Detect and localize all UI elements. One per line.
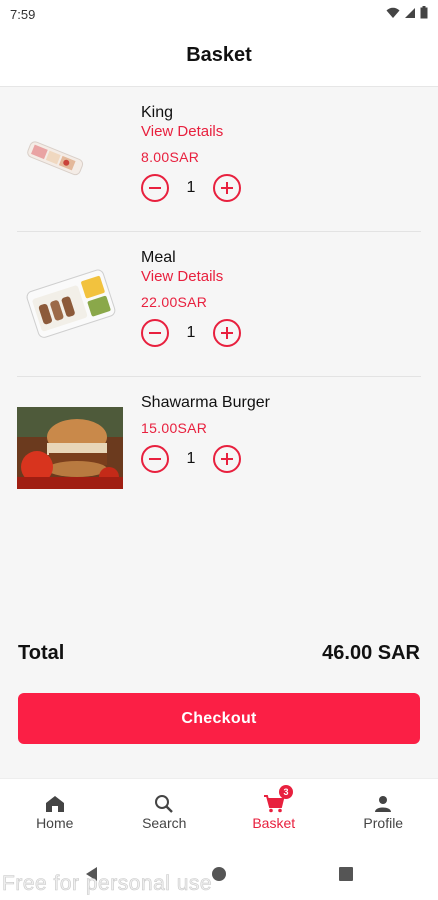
recents-icon[interactable]	[339, 867, 353, 881]
nav-home[interactable]: Home	[0, 779, 110, 843]
home-icon	[45, 796, 64, 812]
minus-icon	[149, 458, 161, 460]
nav-profile[interactable]: Profile	[329, 779, 438, 843]
increase-button[interactable]	[213, 445, 241, 473]
item-price: 15.00SAR	[141, 420, 208, 436]
total-label: Total	[18, 642, 65, 664]
basket-item: King View Details 8.00SAR 1	[17, 87, 421, 232]
decrease-button[interactable]	[141, 445, 169, 473]
total-value: 46.00 SAR	[322, 642, 420, 664]
signal-icon	[405, 7, 415, 18]
item-info: Shawarma Burger 15.00SAR 1	[141, 393, 270, 473]
view-details-link[interactable]: View Details	[141, 267, 241, 286]
product-image-meal[interactable]	[17, 262, 123, 346]
page-title: Basket	[186, 44, 252, 66]
nav-label: Profile	[363, 815, 404, 831]
status-time: 7:59	[10, 7, 36, 22]
watermark-text: Free for personal use	[2, 872, 213, 896]
item-name: Meal	[141, 249, 176, 266]
minus-icon	[149, 187, 161, 189]
status-icons	[386, 6, 428, 19]
person-icon	[375, 796, 392, 812]
view-details-link[interactable]: View Details	[141, 122, 241, 141]
nav-search[interactable]: Search	[110, 779, 220, 843]
app-bar: Basket	[0, 28, 438, 87]
quantity-stepper: 1	[141, 174, 241, 202]
item-price: 8.00SAR	[141, 149, 200, 165]
item-info: King View Details 8.00SAR 1	[141, 103, 241, 202]
decrease-button[interactable]	[141, 174, 169, 202]
quantity-stepper: 1	[141, 445, 270, 473]
item-name: Shawarma Burger	[141, 394, 270, 411]
nav-label: Home	[36, 815, 74, 831]
basket-item: Shawarma Burger 15.00SAR 1	[17, 377, 421, 497]
total-row: Total 46.00 SAR	[18, 642, 420, 665]
item-info: Meal View Details 22.00SAR 1	[141, 248, 241, 347]
basket-item: Meal View Details 22.00SAR 1	[17, 232, 421, 377]
basket-items: King View Details 8.00SAR 1 Meal View De…	[0, 87, 438, 497]
status-bar: 7:59	[0, 0, 438, 28]
decrease-button[interactable]	[141, 319, 169, 347]
home-circle-icon[interactable]	[212, 867, 226, 881]
battery-icon	[420, 6, 428, 19]
item-price: 22.00SAR	[141, 294, 208, 310]
item-name: King	[141, 104, 174, 121]
nav-label: Basket	[252, 815, 296, 831]
nav-basket[interactable]: 3 Basket	[219, 779, 329, 843]
search-icon	[155, 795, 174, 813]
nav-label: Search	[142, 815, 187, 831]
quantity-value: 1	[186, 179, 196, 196]
bottom-nav: Home Search 3 Basket Profile	[0, 778, 438, 843]
wifi-icon	[386, 7, 400, 18]
increase-button[interactable]	[213, 174, 241, 202]
quantity-value: 1	[186, 324, 196, 341]
quantity-stepper: 1	[141, 319, 241, 347]
checkout-button[interactable]: Checkout	[18, 693, 420, 744]
minus-icon	[149, 332, 161, 334]
product-image-shawarma-burger[interactable]	[17, 407, 123, 489]
product-image-king[interactable]	[17, 117, 123, 201]
increase-button[interactable]	[213, 319, 241, 347]
cart-badge: 3	[279, 785, 293, 799]
quantity-value: 1	[186, 450, 196, 467]
